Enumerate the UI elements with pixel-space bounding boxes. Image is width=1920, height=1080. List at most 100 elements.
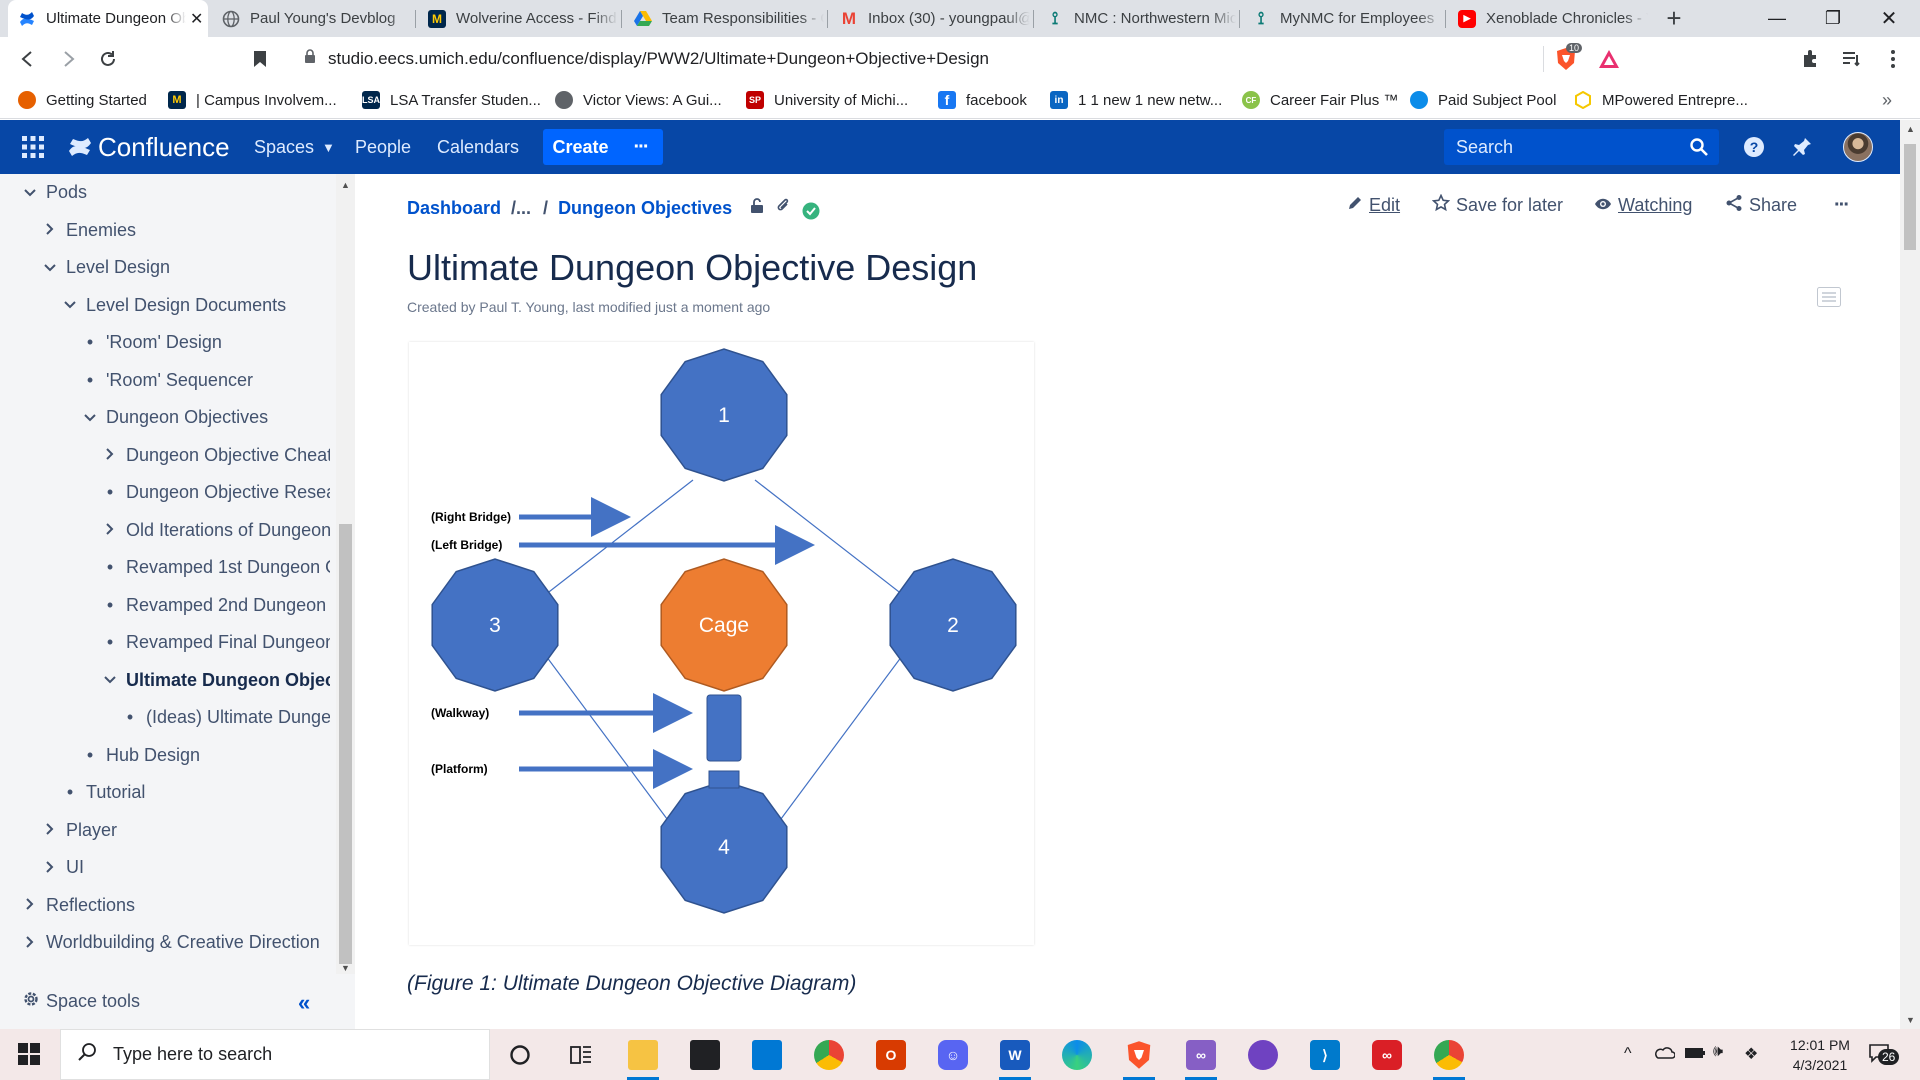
bookmark-campus-involvement[interactable]: M | Campus Involvem... [168,82,337,118]
breadcrumb-dungeon-objectives[interactable]: Dungeon Objectives [558,198,732,219]
chevron-right-icon[interactable] [40,860,60,876]
chevron-right-icon[interactable] [100,447,120,463]
table-of-contents-icon[interactable] [1817,287,1841,312]
sidebar-tree-item[interactable]: • Dungeon Objective Research [100,474,330,511]
browser-tab[interactable]: ⟟ MyNMC for Employees [1242,0,1442,37]
sidebar-tree-item[interactable]: • Tutorial [60,774,146,811]
sidebar-scrollbar[interactable]: ▲ ▼ [336,174,355,974]
confluence-logo[interactable]: Confluence [68,120,230,174]
back-button[interactable] [14,45,42,73]
bookmark-victor-views[interactable]: Victor Views: A Gui... [555,82,722,118]
page-scrollbar[interactable]: ▲ ▼ [1900,120,1920,1029]
attachment-icon[interactable] [776,198,790,219]
clock[interactable]: 12:01 PM 4/3/2021 [1774,1035,1866,1075]
chevron-right-icon[interactable] [40,822,60,838]
chevron-right-icon[interactable] [40,222,60,238]
new-tab-button[interactable]: + [1647,0,1701,37]
browser-tab-active[interactable]: Ultimate Dungeon Objective Design ✕ [8,0,208,37]
close-window-button[interactable]: ✕ [1863,0,1915,37]
restore-button[interactable]: ❐ [1807,0,1859,37]
breadcrumb-dashboard[interactable]: Dashboard [407,198,501,219]
github-desktop-icon[interactable] [1243,1035,1283,1075]
sidebar-tree-item[interactable]: • 'Room' Sequencer [80,362,253,399]
file-explorer-icon[interactable] [623,1035,663,1080]
sidebar-tree-item[interactable]: Level Design Documents [60,287,286,324]
chevron-down-icon[interactable] [80,410,100,426]
sidebar-tree-item[interactable]: • Revamped 1st Dungeon Objective [100,549,330,586]
chrome-icon[interactable] [809,1035,849,1075]
create-button[interactable]: Create ··· [543,129,663,165]
avatar[interactable] [1843,120,1873,174]
office-icon[interactable]: O [871,1035,911,1075]
bookmark-university-michigan[interactable]: SP University of Michi... [746,82,908,118]
bookmark-getting-started[interactable]: Getting Started [18,82,147,118]
watching-button[interactable]: Watching [1594,191,1692,219]
sidebar-tree-item[interactable]: • Revamped Final Dungeon Objective [100,624,330,661]
brave-rewards-icon[interactable] [1595,45,1623,73]
sidebar-tree-item[interactable]: Ultimate Dungeon Objective Design [100,662,330,699]
address-bar[interactable]: studio.eecs.umich.edu/confluence/display… [290,42,1595,76]
sidebar-scrollbar-thumb[interactable] [339,524,352,964]
bookmark-mpowered[interactable]: MPowered Entrepre... [1574,82,1748,118]
collapse-sidebar-icon[interactable]: « [298,990,310,1016]
sidebar-tree-item[interactable]: Player [40,812,117,849]
notifications-icon[interactable] [1791,120,1813,174]
nav-people[interactable]: People [355,120,411,174]
discord-icon[interactable]: ☺ [933,1035,973,1075]
nav-calendars[interactable]: Calendars [437,120,519,174]
visual-studio-icon[interactable]: ∞ [1181,1035,1221,1080]
bookmark-paid-subject-pool[interactable]: Paid Subject Pool [1410,82,1556,118]
save-for-later-button[interactable]: Save for later [1431,191,1563,219]
bookmark-icon[interactable] [246,45,274,73]
browser-tab[interactable]: ⟟ NMC : Northwestern Michigan College [1036,0,1236,37]
minimize-button[interactable]: — [1751,0,1803,37]
chevron-down-icon[interactable] [60,297,80,313]
sidebar-tree-item[interactable]: UI [40,849,84,886]
sidebar-tree-item[interactable]: Reflections [20,887,135,924]
browser-tab[interactable]: Paul Young's Devblog [212,0,412,37]
browser-tab[interactable]: Team Responsibilities - Google Drive [624,0,824,37]
browser-tab[interactable]: M Inbox (30) - youngpaul@umich.edu [830,0,1030,37]
sidebar-tree-item[interactable]: Enemies [40,212,136,249]
forward-button[interactable] [54,45,82,73]
unlock-icon[interactable] [750,198,764,219]
bookmarks-overflow-icon[interactable]: » [1882,82,1892,118]
create-more-button[interactable]: ··· [618,136,663,159]
search-icon[interactable] [1679,138,1719,156]
search-input[interactable]: Search [1444,129,1719,165]
brave-shields-icon[interactable]: 10 [1552,43,1583,73]
tab-close-icon[interactable]: ✕ [190,9,203,29]
bookmark-linkedin[interactable]: in 1 1 new 1 new netw... [1050,82,1222,118]
chevron-down-icon[interactable] [40,260,60,276]
taskbar-search-input[interactable]: Type here to search [60,1029,490,1080]
sidebar-tree-item[interactable]: • 'Room' Design [80,324,222,361]
page-scrollbar-thumb[interactable] [1904,144,1916,250]
sidebar-tree-item[interactable]: • Hub Design [80,737,200,774]
onedrive-icon[interactable] [1653,1045,1676,1064]
browser-menu-icon[interactable] [1879,45,1907,73]
task-view-icon[interactable] [561,1035,601,1075]
share-button[interactable]: Share [1725,191,1797,219]
creative-cloud-icon[interactable]: ∞ [1367,1035,1407,1075]
vscode-icon[interactable]: ⟩ [1305,1035,1345,1075]
check-circle-icon[interactable] [802,202,820,225]
bookmark-lsa-transfer[interactable]: LSA LSA Transfer Studen... [362,82,541,118]
sidebar-tree-item[interactable]: Pods [20,174,87,211]
dropbox-icon[interactable]: ❖ [1744,1044,1758,1064]
space-tools-button[interactable]: Space tools [22,990,140,1013]
store-icon[interactable] [685,1035,725,1075]
word-icon[interactable]: W [995,1035,1035,1080]
brave-icon[interactable] [1119,1035,1159,1080]
windows-start-icon[interactable] [18,1043,40,1070]
bookmark-career-fair[interactable]: CF Career Fair Plus ™ [1242,82,1398,118]
bookmark-facebook[interactable]: f facebook [938,82,1027,118]
nav-spaces[interactable]: Spaces ▼ [254,120,335,174]
chevron-right-icon[interactable] [100,522,120,538]
more-actions-button[interactable]: ··· [1834,191,1850,219]
volume-icon[interactable]: 🕪 [1713,1043,1723,1061]
chevron-right-icon[interactable] [20,897,40,913]
extensions-icon[interactable] [1797,45,1825,73]
sidebar-tree-item[interactable]: • (Ideas) Ultimate Dungeon Objective [120,699,330,736]
edit-button[interactable]: Edit [1347,191,1400,219]
sidebar-tree-item[interactable]: Level Design [40,249,170,286]
